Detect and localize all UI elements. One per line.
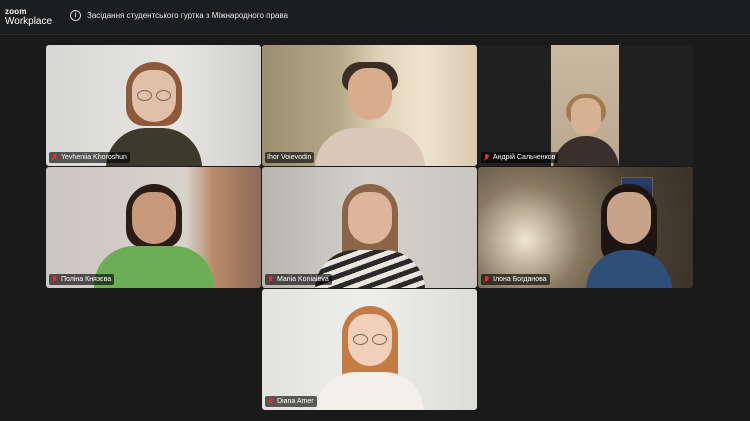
participant-video [585, 172, 672, 288]
participant-name: Ihor Voievodin [267, 154, 312, 161]
zoom-workplace-logo: zoom Workplace [5, 7, 53, 27]
participant-nametag: Ihor Voievodin [265, 152, 315, 163]
participant-video [552, 80, 619, 166]
mic-muted-icon [267, 275, 274, 284]
participant-name: Андрій Сальченков [493, 154, 556, 161]
participant-name: Mariia Koniaieva [277, 276, 329, 283]
participant-video [314, 172, 425, 288]
meeting-title: Засідання студентського гуртка з Міжнаро… [87, 11, 288, 20]
meeting-top-bar: zoom Workplace i Засідання студентського… [0, 0, 750, 35]
video-tile[interactable]: Diana Amer [262, 289, 477, 410]
mic-muted-icon [51, 275, 58, 284]
participant-video [93, 172, 214, 288]
mic-muted-icon [483, 275, 490, 284]
brand-line2: Workplace [5, 16, 53, 27]
video-tile[interactable]: Yevheniia Khoroshun [46, 45, 261, 166]
video-tile[interactable]: Ілона Богданова [478, 167, 693, 288]
participant-video [314, 50, 425, 166]
participant-name: Yevheniia Khoroshun [61, 154, 127, 161]
mic-muted-icon [483, 153, 490, 162]
participant-video [105, 50, 202, 166]
participant-name: Diana Amer [277, 398, 314, 405]
participant-nametag: Поліна Князєва [49, 274, 115, 285]
video-tile[interactable]: Mariia Koniaieva [262, 167, 477, 288]
participant-video [315, 294, 424, 410]
participant-name: Ілона Богданова [493, 276, 547, 283]
participant-nametag: Diana Amer [265, 396, 317, 407]
participant-name: Поліна Князєва [61, 276, 112, 283]
mic-muted-icon [51, 153, 58, 162]
participant-nametag: Ілона Богданова [481, 274, 550, 285]
meeting-info[interactable]: i Засідання студентського гуртка з Міжна… [70, 10, 288, 21]
info-icon[interactable]: i [70, 10, 81, 21]
participant-nametag: Mariia Koniaieva [265, 274, 332, 285]
mic-muted-icon [267, 397, 274, 406]
participant-nametag: Андрій Сальченков [481, 152, 559, 163]
video-tile[interactable]: Поліна Князєва [46, 167, 261, 288]
brand-line1: zoom [5, 7, 27, 16]
participant-nametag: Yevheniia Khoroshun [49, 152, 130, 163]
video-tile-active-speaker[interactable]: Ihor Voievodin [262, 45, 477, 166]
video-tile[interactable]: Андрій Сальченков [478, 45, 693, 166]
